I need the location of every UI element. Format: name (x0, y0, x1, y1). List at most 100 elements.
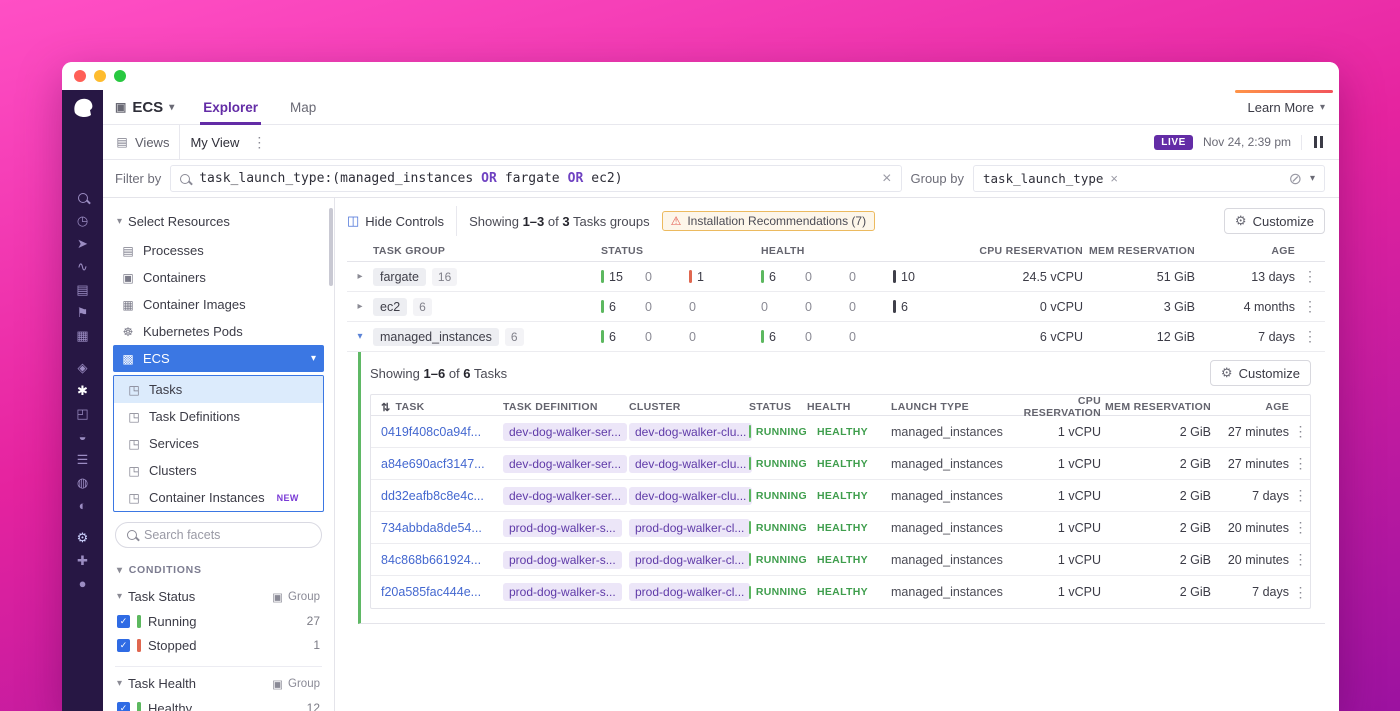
column-mem-reservation[interactable]: MEM RESERVATION (1083, 245, 1195, 257)
settings-icon[interactable]: ⚙ (62, 526, 103, 549)
learn-more-dropdown[interactable]: Learn More ▾ (1247, 100, 1325, 115)
column-task[interactable]: ⇅TASK (371, 401, 503, 414)
monitors-icon[interactable]: ⚑ (62, 301, 103, 324)
checkbox[interactable]: ✓ (117, 615, 130, 628)
cluster-tag[interactable]: dev-dog-walker-clu... (629, 455, 752, 473)
column-cpu-reservation[interactable]: CPU RESERVATION (999, 395, 1101, 419)
zoom-window-button[interactable] (114, 70, 126, 82)
resource-item-containers[interactable]: ▣ Containers (113, 264, 324, 291)
containers-icon[interactable]: ◰ (62, 402, 103, 425)
column-health[interactable]: HEALTH (807, 401, 881, 413)
tab-explorer[interactable]: Explorer (200, 90, 261, 125)
column-launch-type[interactable]: LAUNCH TYPE (881, 401, 999, 413)
customize-button[interactable]: ⚙ Customize (1224, 208, 1325, 234)
column-health[interactable]: HEALTH (755, 245, 933, 257)
facet-group-task-status[interactable]: ▾ Task Status ▣ Group (103, 580, 334, 609)
task-definition-tag[interactable]: dev-dog-walker-ser... (503, 423, 627, 441)
resource-item-processes[interactable]: ▤ Processes (113, 237, 324, 264)
views-menu[interactable]: ▤ Views (115, 135, 169, 150)
expand-chevron-icon[interactable]: ▸ (347, 301, 373, 312)
select-resources-header[interactable]: ▾ Select Resources (103, 210, 334, 237)
close-window-button[interactable] (74, 70, 86, 82)
task-group-row-ec2[interactable]: ▸ ec2 6 6 0 0 0 0 0 6 (347, 292, 1325, 322)
cluster-tag[interactable]: prod-dog-walker-cl... (629, 551, 750, 569)
conditions-header[interactable]: ▾ CONDITIONS (103, 554, 334, 580)
row-options-kebab[interactable]: ⋮ (1289, 551, 1312, 568)
resource-item-clusters[interactable]: ◳ Clusters (114, 457, 323, 484)
dashboards-icon[interactable]: ▤ (62, 278, 103, 301)
task-group-name[interactable]: managed_instances (373, 328, 499, 346)
serverless-icon[interactable]: ◒ (62, 425, 103, 448)
row-options-kebab[interactable]: ⋮ (1295, 298, 1325, 315)
cluster-tag[interactable]: prod-dog-walker-cl... (629, 519, 750, 537)
filter-query-input[interactable]: task_launch_type:(managed_instancesORfar… (170, 165, 901, 192)
task-row[interactable]: 734abbda8de54... prod-dog-walker-s... pr… (371, 512, 1310, 544)
rum-icon[interactable]: ◐ (62, 494, 103, 517)
resource-item-tasks[interactable]: ◳ Tasks (114, 376, 323, 403)
resource-item-ecs[interactable]: ▩ ECS ▾ (113, 345, 324, 372)
tab-map[interactable]: Map (287, 90, 319, 125)
column-mem-reservation[interactable]: MEM RESERVATION (1101, 401, 1211, 413)
datadog-logo[interactable] (62, 90, 103, 126)
hide-controls-button[interactable]: ◫ Hide Controls (347, 213, 444, 229)
task-row[interactable]: 0419f408c0a94f... dev-dog-walker-ser... … (371, 416, 1310, 448)
row-options-kebab[interactable]: ⋮ (1289, 519, 1312, 536)
resource-item-container-images[interactable]: ▦ Container Images (113, 291, 324, 318)
expand-chevron-icon[interactable]: ▸ (347, 271, 373, 282)
column-cpu-reservation[interactable]: CPU RESERVATION (933, 245, 1083, 257)
column-age[interactable]: AGE (1195, 245, 1295, 257)
column-task-definition[interactable]: TASK DEFINITION (503, 401, 629, 413)
group-toggle[interactable]: ▣ Group (272, 590, 320, 604)
task-link[interactable]: 734abbda8de54... (381, 521, 482, 535)
task-group-row-managed-instances[interactable]: ▾ managed_instances 6 6 0 0 6 0 0 (347, 322, 1325, 352)
column-task-group[interactable]: TASK GROUP (373, 245, 595, 257)
task-link[interactable]: 84c868b661924... (381, 553, 481, 567)
cluster-tag[interactable]: dev-dog-walker-clu... (629, 487, 752, 505)
row-options-kebab[interactable]: ⋮ (1289, 423, 1312, 440)
row-options-kebab[interactable]: ⋮ (1289, 584, 1312, 601)
task-definition-tag[interactable]: prod-dog-walker-s... (503, 519, 622, 537)
facet-stopped[interactable]: ✓ Stopped 1 (103, 633, 334, 657)
live-badge[interactable]: LIVE (1154, 135, 1193, 150)
column-age[interactable]: AGE (1211, 401, 1289, 413)
task-row[interactable]: dd32eafb8c8e4c... dev-dog-walker-ser... … (371, 480, 1310, 512)
task-definition-tag[interactable]: dev-dog-walker-ser... (503, 455, 627, 473)
product-switcher[interactable]: ▣ ECS ▾ (115, 99, 174, 116)
checkbox[interactable]: ✓ (117, 702, 130, 711)
network-icon[interactable]: ☰ (62, 448, 103, 471)
notebooks-icon[interactable]: ▦ (62, 324, 103, 347)
task-row[interactable]: 84c868b661924... prod-dog-walker-s... pr… (371, 544, 1310, 576)
pause-button[interactable] (1312, 136, 1325, 148)
resource-item-task-definitions[interactable]: ◳ Task Definitions (114, 403, 323, 430)
task-row[interactable]: f20a585fac444e... prod-dog-walker-s... p… (371, 576, 1310, 608)
search-facets-input[interactable] (144, 528, 310, 542)
task-definition-tag[interactable]: dev-dog-walker-ser... (503, 487, 627, 505)
row-options-kebab[interactable]: ⋮ (1289, 455, 1312, 472)
resource-item-container-instances[interactable]: ◳ Container Instances NEW (114, 484, 323, 511)
synthetics-icon[interactable]: ◈ (62, 356, 103, 379)
facet-running[interactable]: ✓ Running 27 (103, 609, 334, 633)
security-icon[interactable]: ◍ (62, 471, 103, 494)
row-options-kebab[interactable]: ⋮ (1295, 328, 1325, 345)
chevron-down-icon[interactable]: ▾ (1310, 173, 1315, 184)
task-group-name[interactable]: fargate (373, 268, 426, 286)
customize-button[interactable]: ⚙ Customize (1210, 360, 1311, 386)
row-options-kebab[interactable]: ⋮ (1295, 268, 1325, 285)
column-status[interactable]: STATUS (595, 245, 727, 257)
checkbox[interactable]: ✓ (117, 639, 130, 652)
task-row[interactable]: a84e690acf3147... dev-dog-walker-ser... … (371, 448, 1310, 480)
clear-query-icon[interactable]: × (882, 171, 891, 187)
view-options-kebab[interactable]: ⋮ (249, 134, 269, 151)
search-icon[interactable] (62, 186, 103, 209)
cluster-tag[interactable]: prod-dog-walker-cl... (629, 583, 750, 601)
task-link[interactable]: f20a585fac444e... (381, 585, 481, 599)
task-link[interactable]: 0419f408c0a94f... (381, 425, 481, 439)
task-link[interactable]: a84e690acf3147... (381, 457, 485, 471)
infrastructure-icon[interactable]: ✱ (62, 379, 103, 402)
cluster-tag[interactable]: dev-dog-walker-clu... (629, 423, 752, 441)
facet-healthy[interactable]: ✓ Healthy 12 (103, 696, 334, 711)
help-icon[interactable]: ● (62, 572, 103, 595)
task-group-name[interactable]: ec2 (373, 298, 407, 316)
task-link[interactable]: dd32eafb8c8e4c... (381, 489, 484, 503)
installation-recommendations-badge[interactable]: ⚠ Installation Recommendations (7) (662, 211, 876, 231)
